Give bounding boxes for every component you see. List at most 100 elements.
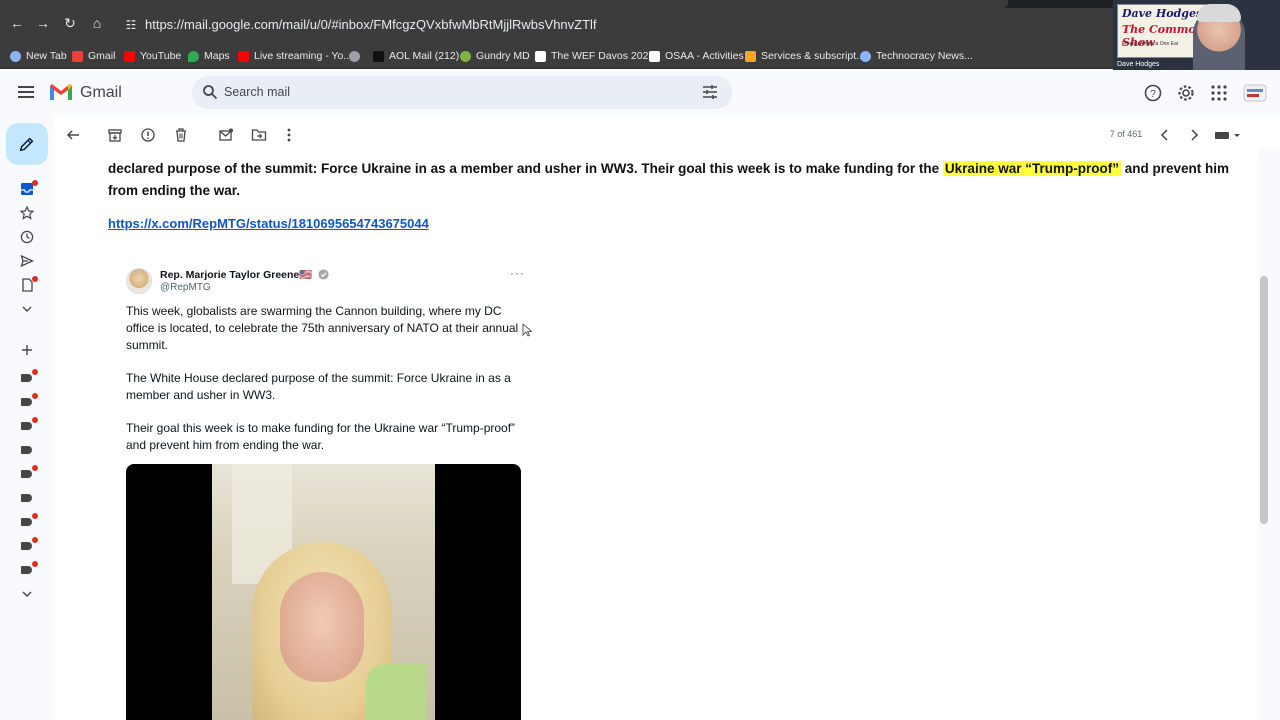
newer-chevron-left-icon[interactable] bbox=[1157, 127, 1173, 143]
tweet-video[interactable] bbox=[126, 464, 521, 720]
bookmark-item[interactable]: Gmail bbox=[72, 46, 115, 66]
more-chevron-down-icon[interactable] bbox=[20, 302, 34, 316]
globe-icon bbox=[349, 51, 360, 62]
bookmark-item[interactable]: Gundry MD bbox=[460, 46, 530, 66]
scrollbar-thumb[interactable] bbox=[1260, 276, 1268, 524]
search-icon[interactable] bbox=[202, 84, 218, 100]
archive-icon[interactable] bbox=[107, 127, 123, 143]
bookmark-item[interactable]: Live streaming - Yo... bbox=[238, 46, 352, 66]
inbox-badge bbox=[32, 180, 38, 186]
search-input[interactable] bbox=[224, 82, 684, 102]
add-label-plus-icon[interactable] bbox=[20, 343, 34, 357]
gmail-favicon-icon bbox=[72, 51, 83, 62]
bookmark-item[interactable] bbox=[349, 46, 365, 66]
video-speaker-shirt bbox=[366, 664, 426, 720]
label-icon[interactable] bbox=[21, 566, 32, 574]
label-badge bbox=[32, 417, 38, 423]
osaa-favicon-icon bbox=[649, 51, 660, 62]
account-avatar-icon[interactable] bbox=[1243, 82, 1267, 104]
back-icon[interactable]: ← bbox=[8, 14, 26, 32]
move-to-folder-icon[interactable] bbox=[251, 127, 267, 143]
bookmark-item[interactable]: The WEF Davos 202... bbox=[535, 46, 657, 66]
drafts-badge bbox=[32, 276, 38, 282]
back-to-inbox-arrow-icon[interactable] bbox=[65, 127, 81, 143]
tweet-paragraph: Their goal this week is to make funding … bbox=[126, 421, 516, 452]
label-badge bbox=[32, 465, 38, 471]
bookmark-item[interactable]: AOL Mail (212) bbox=[373, 46, 459, 66]
logo-tagline: Freeing America One Ear bbox=[1122, 41, 1179, 47]
bookmark-item[interactable]: YouTube bbox=[124, 46, 181, 66]
label-badge bbox=[32, 561, 38, 567]
search-bar[interactable] bbox=[192, 76, 732, 109]
url-text: https://mail.google.com/mail/u/0/#inbox/… bbox=[145, 17, 597, 32]
tab-strip bbox=[0, 0, 1280, 8]
main-menu-icon[interactable] bbox=[18, 84, 36, 102]
pencil-icon bbox=[19, 137, 34, 152]
aol-favicon-icon bbox=[373, 51, 384, 62]
active-tab[interactable] bbox=[0, 0, 1008, 8]
tweet-link[interactable]: https://x.com/RepMTG/status/181069565474… bbox=[108, 216, 429, 231]
youtube-favicon-icon bbox=[124, 51, 135, 62]
services-favicon-icon bbox=[745, 51, 756, 62]
maps-favicon-icon bbox=[188, 51, 199, 62]
forward-icon[interactable]: → bbox=[34, 14, 52, 32]
input-tools-keyboard-icon[interactable] bbox=[1214, 127, 1242, 143]
older-chevron-right-icon[interactable] bbox=[1186, 127, 1202, 143]
help-icon[interactable]: ? bbox=[1143, 83, 1163, 103]
label-icon[interactable] bbox=[21, 446, 32, 454]
label-icon[interactable] bbox=[21, 398, 32, 406]
gundry-favicon-icon bbox=[460, 51, 471, 62]
tweet-paragraph: The White House declared purpose of the … bbox=[126, 371, 511, 402]
bookmark-item[interactable]: Services & subscript... bbox=[745, 46, 865, 66]
bookmark-item[interactable]: New Tab bbox=[10, 46, 67, 66]
avatar[interactable] bbox=[126, 268, 152, 294]
label-icon[interactable] bbox=[21, 422, 32, 430]
tweet-paragraph: This week, globalists are swarming the C… bbox=[126, 304, 519, 352]
bookmark-item[interactable]: Maps bbox=[188, 46, 230, 66]
video-frame bbox=[212, 464, 435, 720]
report-spam-icon[interactable] bbox=[140, 127, 156, 143]
presenter-name: Dave Hodges bbox=[1117, 61, 1160, 68]
sent-icon[interactable] bbox=[20, 254, 34, 268]
scrollbar[interactable] bbox=[1258, 148, 1280, 720]
label-badge bbox=[32, 537, 38, 543]
home-icon[interactable]: ⌂ bbox=[88, 14, 106, 32]
mouse-cursor-icon bbox=[522, 323, 532, 337]
message-body: declared purpose of the summit: Force Uk… bbox=[54, 148, 1258, 720]
snoozed-clock-icon[interactable] bbox=[20, 230, 34, 244]
tweet-handle[interactable]: @RepMTG bbox=[160, 282, 211, 293]
delete-trash-icon[interactable] bbox=[173, 127, 189, 143]
label-icon[interactable] bbox=[21, 374, 32, 382]
compose-button[interactable] bbox=[6, 123, 48, 165]
presenter-hair bbox=[1197, 4, 1241, 22]
webcam-overlay: Dave Hodges The Common Show Freeing Amer… bbox=[1113, 0, 1280, 70]
more-options-vertical-icon[interactable] bbox=[281, 127, 297, 143]
more-options-icon[interactable]: ··· bbox=[510, 266, 525, 280]
address-bar[interactable]: ☷ https://mail.google.com/mail/u/0/#inbo… bbox=[117, 13, 1007, 37]
label-icon[interactable] bbox=[21, 494, 32, 502]
label-icon[interactable] bbox=[21, 518, 32, 526]
tweet-author-name[interactable]: Rep. Marjorie Taylor Greene🇺🇸 bbox=[160, 268, 329, 281]
bookmark-item[interactable]: Technocracy News... bbox=[860, 46, 973, 66]
youtube-favicon-icon bbox=[238, 51, 249, 62]
reload-icon[interactable]: ↻ bbox=[61, 14, 79, 32]
highlighted-text: Ukraine war “Trump-proof” bbox=[942, 161, 1121, 176]
label-badge bbox=[32, 393, 38, 399]
mark-unread-icon[interactable] bbox=[218, 127, 234, 143]
label-badge bbox=[32, 369, 38, 375]
bookmark-item[interactable]: OSAA - Activities bbox=[649, 46, 744, 66]
gmail-logo-icon[interactable] bbox=[48, 82, 74, 102]
label-icon[interactable] bbox=[21, 542, 32, 550]
labels-more-chevron-down-icon[interactable] bbox=[20, 587, 34, 601]
apps-grid-icon[interactable] bbox=[1209, 83, 1229, 103]
settings-gear-icon[interactable] bbox=[1176, 83, 1196, 103]
logo-line1: Dave Hodges bbox=[1122, 7, 1203, 20]
gmail-wordmark[interactable]: Gmail bbox=[80, 82, 122, 104]
starred-icon[interactable] bbox=[20, 206, 34, 220]
site-info-icon[interactable]: ☷ bbox=[123, 17, 139, 33]
label-icon[interactable] bbox=[21, 470, 32, 478]
svg-text:?: ? bbox=[1150, 89, 1156, 100]
bookmarks-bar: New Tab Gmail YouTube Maps Live streamin… bbox=[0, 42, 1280, 69]
globe-icon bbox=[860, 51, 871, 62]
search-options-icon[interactable] bbox=[702, 85, 718, 99]
